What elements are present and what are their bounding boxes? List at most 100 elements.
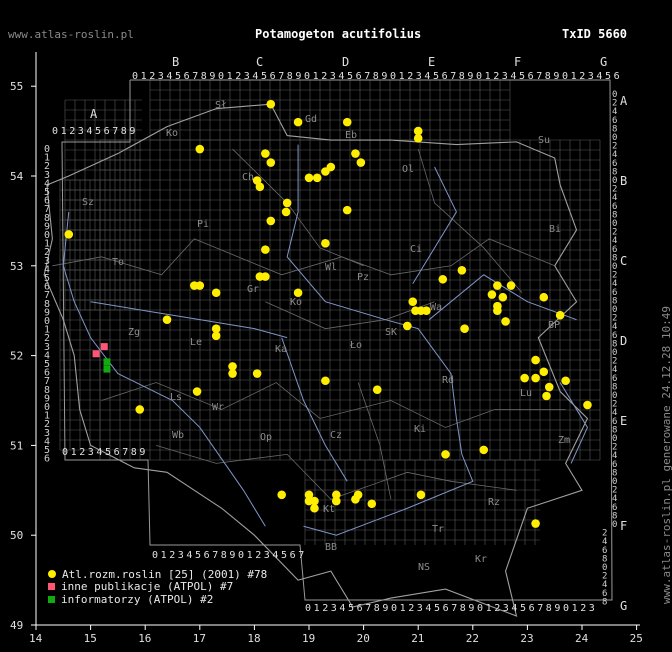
grid-digits-bottom-c: 5: [281, 550, 287, 561]
grid-digits-bottom: 7: [537, 603, 543, 614]
point-atlas: [539, 292, 549, 302]
grid-digits-top: 8: [201, 71, 207, 82]
grid-digits-top: 4: [166, 71, 172, 82]
grid-digits-top: 5: [175, 71, 181, 82]
x-tick-label: 23: [520, 632, 533, 645]
point-atlas: [544, 382, 554, 392]
grid-digits-top: 6: [442, 71, 448, 82]
y-tick-label: 53: [10, 260, 23, 273]
y-tick-label: 51: [10, 439, 23, 452]
grid-digits-top: 0: [304, 71, 310, 82]
grid-digits-top: 6: [270, 71, 276, 82]
grid-digits-top: 4: [424, 71, 430, 82]
grid-digits-bottom: 4: [511, 603, 517, 614]
grid-digits-bottom: 5: [434, 603, 440, 614]
grid-digits-bottom-a: 2: [79, 447, 85, 458]
grid-letter-top: A: [90, 107, 98, 121]
grid-digits-top: 7: [450, 71, 456, 82]
grid-digits-top: 1: [399, 71, 405, 82]
point-atlas: [438, 274, 448, 284]
legend-item-atlas: Atl.rozm.roslin [25] (2001) #78: [48, 568, 267, 581]
x-tick-label: 16: [138, 632, 151, 645]
grid-digits-top: 3: [244, 71, 250, 82]
region-code: Pz: [357, 272, 369, 283]
point-atlas: [531, 373, 540, 383]
point-atlas: [479, 445, 489, 455]
point-atlas: [422, 306, 431, 316]
point-atlas: [310, 503, 319, 513]
grid-digits-top: 6: [528, 71, 534, 82]
y-tick-label: 54: [10, 170, 24, 183]
point-atlas: [555, 310, 565, 320]
point-atlas: [192, 387, 202, 396]
grid-digits-top: 9: [553, 71, 559, 82]
grid-digits-bottom: 2: [408, 603, 414, 614]
grid-digits-top: 5: [347, 71, 353, 82]
x-tick-label: 15: [84, 632, 97, 645]
grid-letter-right: F: [620, 519, 627, 533]
y-tick-label: 49: [10, 619, 23, 632]
legend-label: informatorzy (ATPOL) #2: [61, 592, 214, 606]
grid-digits-top: 4: [252, 71, 258, 82]
grid-digits-bottom-a: 7: [122, 447, 128, 458]
grid-digits-bottom: 4: [425, 603, 431, 614]
legend: Atl.rozm.roslin [25] (2001) #78 inne pub…: [48, 568, 267, 606]
x-tick-label: 24: [575, 632, 589, 645]
grid-digits-bottom: 1: [314, 603, 320, 614]
grid-digits-bottom: 9: [468, 603, 474, 614]
point-atlas: [367, 499, 377, 509]
grid-digits-left: 6: [44, 454, 50, 465]
point-atlas: [266, 99, 276, 109]
grid-digits-top: 4: [338, 71, 344, 82]
point-atlas: [356, 158, 366, 167]
grid-digits-top-a: 4: [86, 126, 92, 137]
region-code: To: [112, 257, 124, 268]
x-tick-label: 22: [466, 632, 479, 645]
region-code: Tr: [432, 524, 444, 535]
region-code: Ka: [275, 344, 287, 355]
grid-digits-top-a: 9: [129, 126, 135, 137]
grid-digits-bottom: 2: [494, 603, 500, 614]
region-code: Ki: [414, 424, 426, 435]
point-atlas: [135, 405, 145, 414]
grid-digits-top: 3: [330, 71, 336, 82]
occurrence-points: [64, 99, 592, 528]
grid-digits-top: 2: [235, 71, 241, 82]
grid-digits-bottom: 5: [520, 603, 526, 614]
legend-yellow-dot: [48, 570, 56, 579]
grid-digits-bottom: 9: [554, 603, 560, 614]
grid-digits-bottom: 7: [451, 603, 457, 614]
legend-label: inne publikacje (ATPOL) #7: [61, 580, 234, 594]
grid-digits-top: 6: [356, 71, 362, 82]
grid-digits-bottom-c: 1: [161, 550, 167, 561]
point-atlas: [493, 306, 502, 316]
grid-digits-bottom: 0: [563, 603, 569, 614]
grid-digits-top: 8: [373, 71, 379, 82]
region-code: Wr: [212, 402, 224, 413]
province-border: [101, 382, 566, 428]
grid-letter-right: D: [620, 334, 627, 348]
grid-digits-right: 0: [612, 520, 617, 530]
grid-letter-top: D: [342, 55, 349, 69]
point-atlas: [321, 239, 330, 248]
grid-digits-bottom-c: 5: [195, 550, 201, 561]
y-tick-label: 55: [10, 80, 23, 93]
point-atlas: [402, 321, 412, 331]
generated-stamp: www.atlas-roslin.pl generowane 24.12.28 …: [660, 305, 672, 604]
region-code: Op: [260, 432, 272, 443]
grid-digits-bottom-c: 7: [298, 550, 304, 561]
region-code: Ci: [410, 244, 422, 255]
grid-digits-top: 2: [579, 71, 585, 82]
grid-letter-right: E: [620, 414, 627, 428]
region-code: Kr: [475, 554, 487, 565]
grid-digits-top: 3: [588, 71, 594, 82]
grid-digits-bottom: 7: [365, 603, 371, 614]
grid-digits-bottom: 3: [503, 603, 509, 614]
grid-digits-bottom-c: 8: [221, 550, 227, 561]
point-atlas: [195, 144, 205, 154]
grid-digits-bottom-a: 0: [62, 447, 68, 458]
atpol-grid: [59, 79, 613, 601]
point-atlas: [312, 173, 322, 183]
point-atlas: [304, 173, 314, 183]
region-code: Sł: [215, 100, 227, 111]
